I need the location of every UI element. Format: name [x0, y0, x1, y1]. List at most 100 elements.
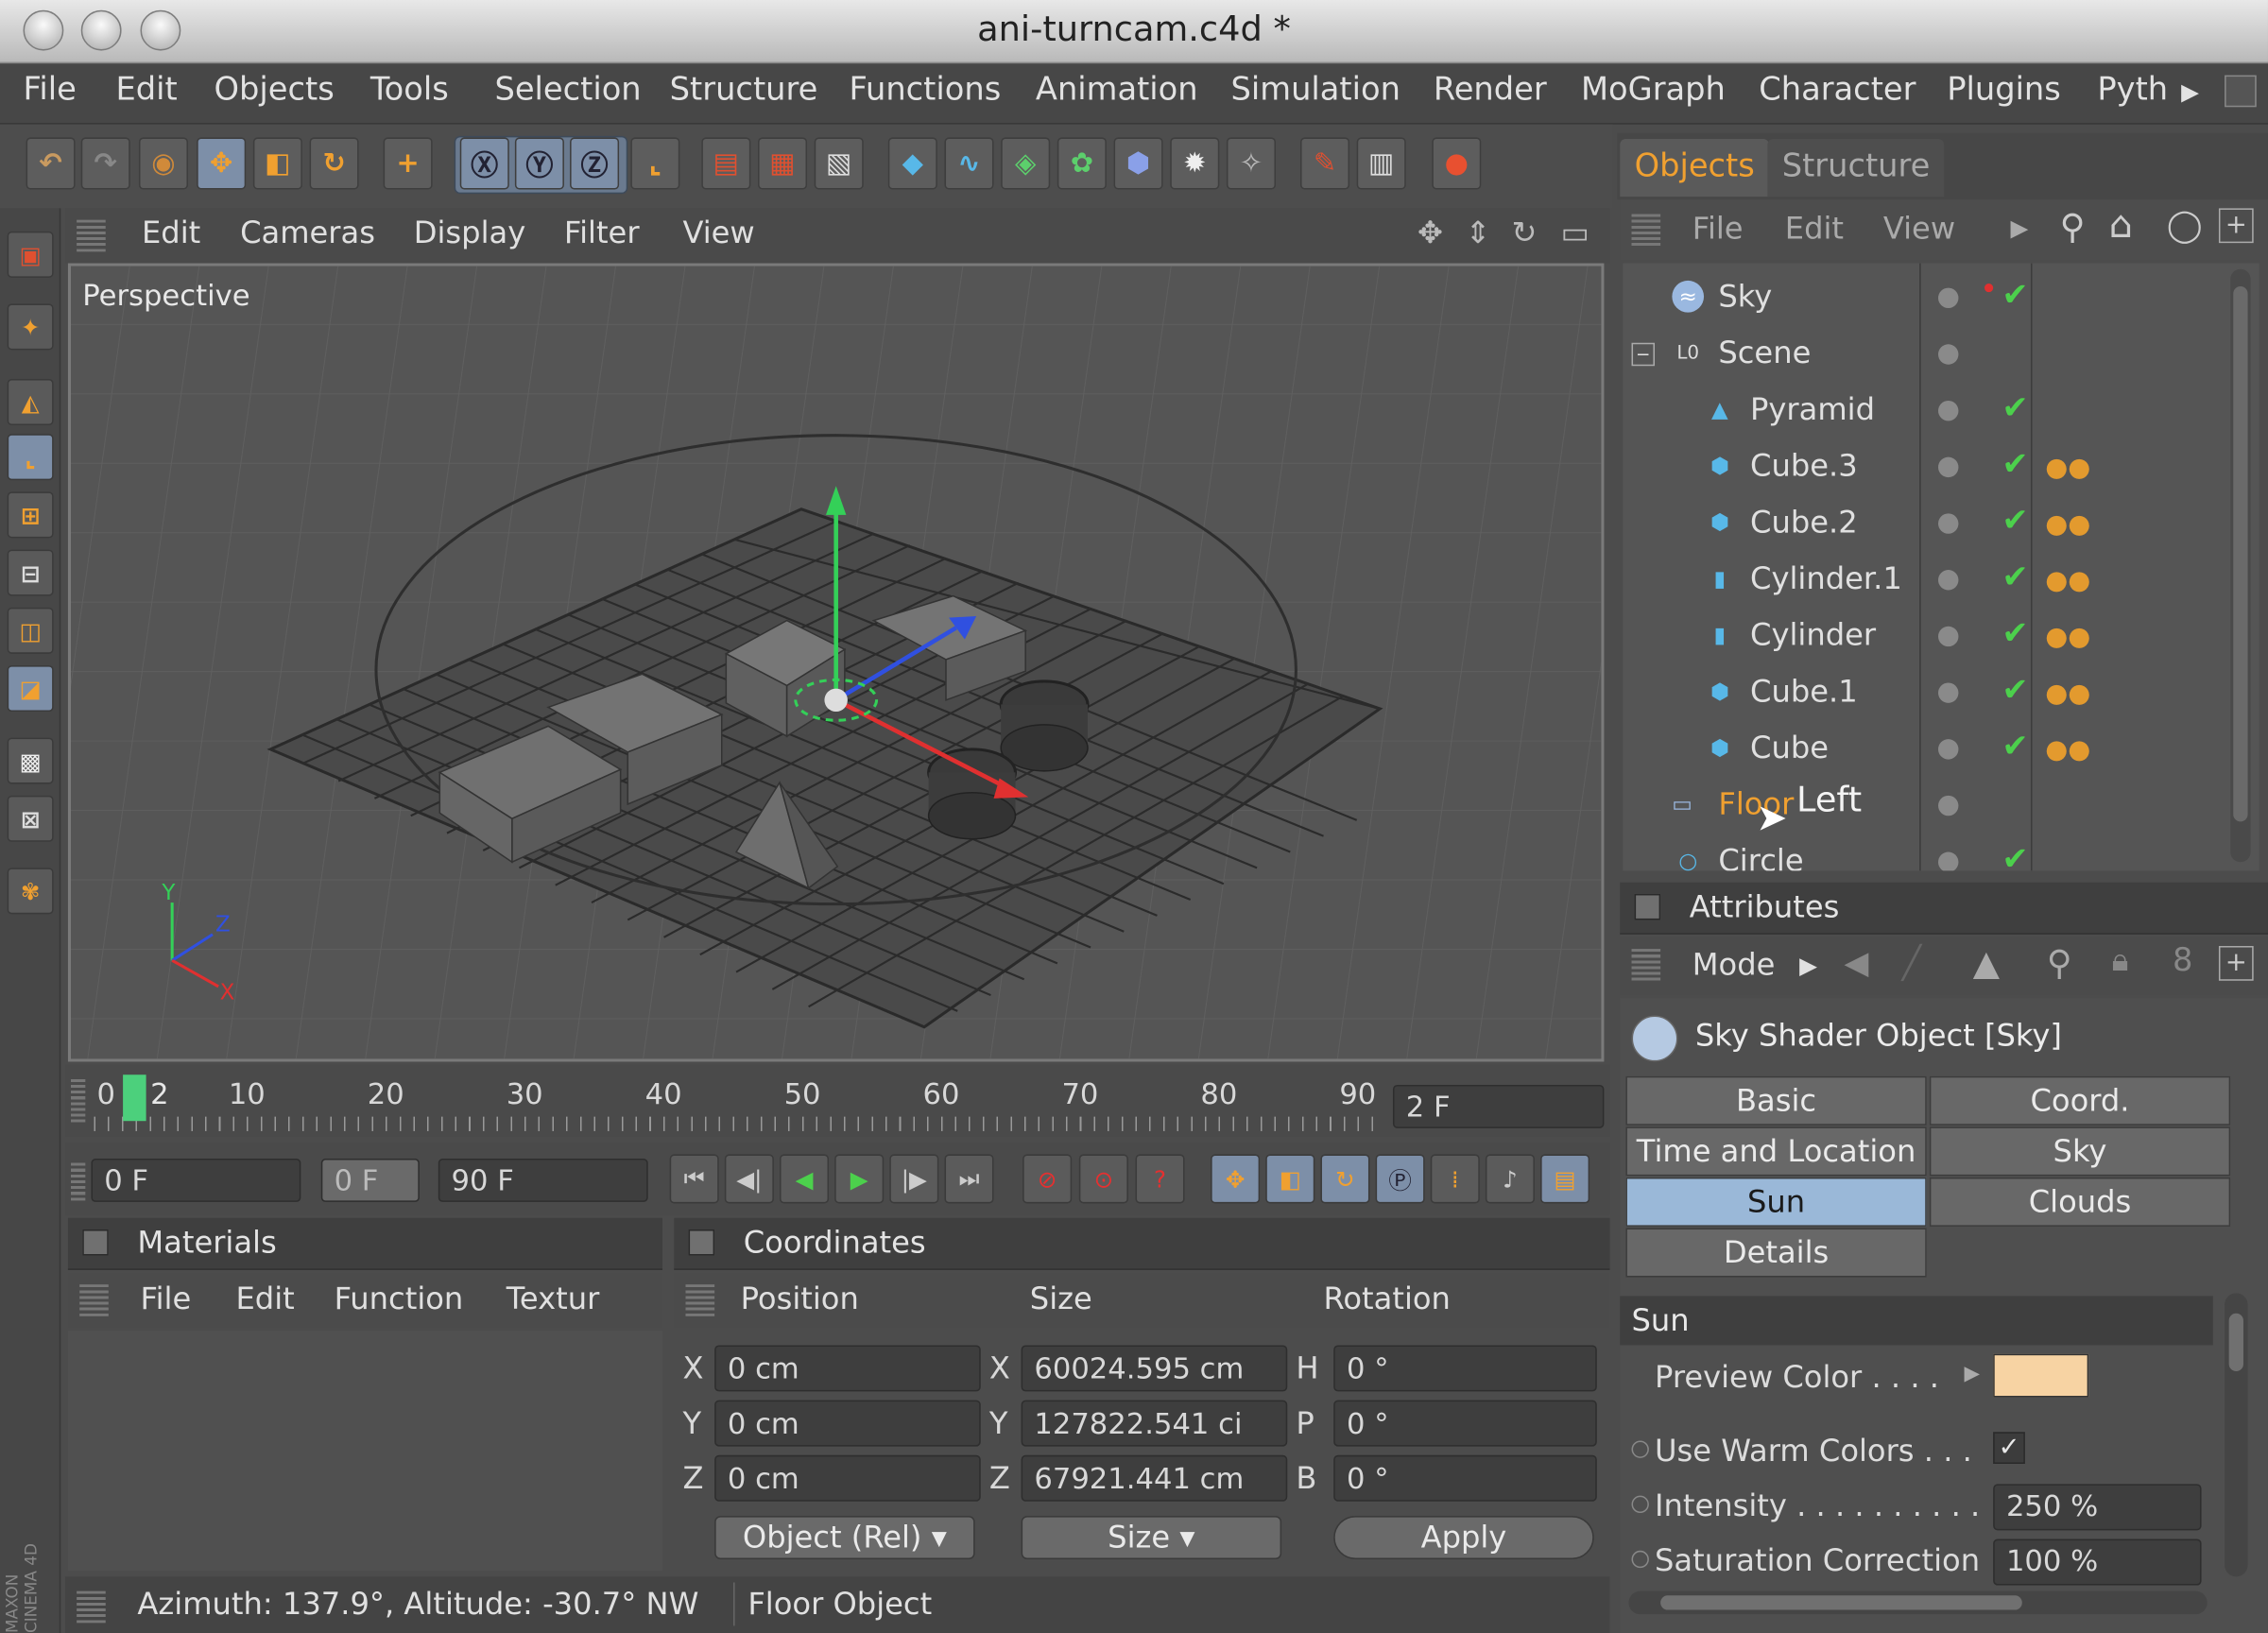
enabled-check-icon[interactable]: ✔ [2002, 390, 2028, 426]
viewport-rotate-icon[interactable]: ↻ [1511, 215, 1537, 250]
tab-time-and-location[interactable]: Time and Location [1625, 1126, 1927, 1177]
texture-tag-icon[interactable]: ●● [2045, 453, 2090, 483]
axis-tool-icon[interactable]: ⌞ [7, 434, 54, 481]
key-point-level-icon[interactable]: ⁞ [1430, 1154, 1480, 1204]
live-selection-icon[interactable]: ◉ [138, 137, 188, 190]
previous-key-icon[interactable]: ◀| [724, 1154, 774, 1204]
interpolation-icon[interactable]: ♪ [1485, 1154, 1535, 1204]
enabled-check-icon[interactable]: ✔ [2002, 559, 2028, 595]
menu-animation[interactable]: Animation [1036, 73, 1198, 109]
visibility-dot[interactable] [1938, 513, 1959, 534]
points-mode-icon[interactable]: ⊞ [7, 491, 54, 539]
key-position-icon[interactable]: ✥ [1211, 1154, 1261, 1204]
checker-icon[interactable]: ▩ [7, 737, 54, 784]
texture-tag-icon[interactable]: ●● [2045, 565, 2090, 595]
render-view-icon[interactable]: ▤ [701, 137, 751, 190]
timeline-ruler[interactable]: 0 2 10 20 30 40 50 60 70 80 90 2 F [64, 1064, 1610, 1138]
mode-menu[interactable]: Mode [1692, 948, 1776, 983]
keyframe-selection-icon[interactable]: ? [1135, 1154, 1185, 1204]
up-icon[interactable]: ▲ [1973, 943, 2000, 984]
key-scale-icon[interactable]: ◧ [1265, 1154, 1315, 1204]
attributes-vscroll-thumb[interactable] [2228, 1313, 2243, 1372]
viewport-menu-filter[interactable]: Filter [564, 215, 640, 250]
tree-item-pyramid[interactable]: ▲ Pyramid ✔ [1623, 382, 2216, 438]
coordinate-system-icon[interactable]: ⌞ [630, 137, 680, 190]
tree-item-cylinder[interactable]: ▮ Cylinder ✔ ●● [1623, 608, 2216, 664]
play-forward-icon[interactable]: ▶ [834, 1154, 885, 1204]
collapse-icon[interactable]: − [1631, 342, 1656, 367]
objects-menu-view[interactable]: View [1883, 211, 1955, 246]
objects-grip-icon[interactable] [1631, 214, 1661, 247]
viewport-menu-display[interactable]: Display [414, 215, 526, 250]
apply-button[interactable]: Apply [1333, 1516, 1594, 1559]
scheme-icon[interactable]: ▤ [1540, 1154, 1590, 1204]
viewport-grip-icon[interactable] [77, 219, 106, 252]
nurbs-icon[interactable]: ◈ [1001, 137, 1051, 190]
use-warm-colors-checkbox[interactable]: ✓ [1993, 1432, 2025, 1464]
tab-sun[interactable]: Sun [1625, 1177, 1927, 1227]
visibility-dot[interactable] [1938, 626, 1959, 647]
enabled-check-icon[interactable]: ✔ [2002, 729, 2028, 765]
texture-tag-icon[interactable]: ●● [2045, 735, 2090, 765]
tree-item-cube-2[interactable]: ⬢ Cube.2 ✔ ●● [1623, 494, 2216, 551]
undo-icon[interactable]: ↶ [26, 137, 76, 190]
preview-color-expand-icon[interactable]: ▶ [1965, 1363, 1981, 1385]
go-to-start-icon[interactable]: ⏮ [669, 1154, 719, 1204]
model-tool-icon[interactable]: ✦ [7, 303, 54, 351]
play-backward-icon[interactable]: ◀ [779, 1154, 830, 1204]
saturation-anim-dot[interactable] [1631, 1550, 1649, 1569]
object-rel-dropdown[interactable]: Object (Rel) ▾ [714, 1516, 975, 1559]
tab-details[interactable]: Details [1625, 1228, 1927, 1278]
materials-area[interactable] [67, 1331, 663, 1572]
visibility-dot[interactable] [1938, 287, 1959, 309]
coordinates-grip-icon[interactable] [685, 1284, 715, 1316]
attributes-panel-icon[interactable] [1634, 893, 1661, 920]
transport-grip-icon[interactable] [70, 1160, 86, 1201]
tree-item-sky[interactable]: ≈ Sky ✔ [1623, 269, 2216, 326]
tree-item-scene[interactable]: − L0 Scene [1623, 325, 2216, 382]
attributes-grip-icon[interactable] [1631, 949, 1661, 981]
menu-python[interactable]: Pyth [2097, 73, 2168, 109]
tab-coord[interactable]: Coord. [1929, 1075, 2231, 1126]
pos-x-field[interactable]: 0 cm [714, 1345, 981, 1392]
menu-functions[interactable]: Functions [849, 73, 1001, 109]
rot-p-field[interactable]: 0 ° [1333, 1400, 1597, 1447]
texture-tool-icon[interactable]: ◭ [7, 379, 54, 425]
viewport-menu-cameras[interactable]: Cameras [240, 215, 375, 250]
materials-menu-function[interactable]: Function [335, 1281, 464, 1316]
texture-tag-icon[interactable]: ●● [2045, 622, 2090, 652]
objects-menu-edit[interactable]: Edit [1785, 211, 1844, 246]
key-rotation-icon[interactable]: ↻ [1320, 1154, 1370, 1204]
make-editable-icon[interactable]: ▣ [7, 231, 54, 278]
viewport-scene[interactable]: Y Z X [70, 266, 1602, 1059]
objects-tree[interactable]: ≈ Sky ✔ − L0 Scene ▲ Pyramid ✔ ⬢ Cube.3 … [1623, 263, 2259, 871]
menu-file[interactable]: File [23, 73, 76, 109]
visibility-dot[interactable] [1938, 739, 1959, 760]
enabled-check-icon[interactable]: ✔ [2002, 278, 2028, 314]
key-parameter-icon[interactable]: Ⓟ [1375, 1154, 1425, 1204]
menu-overflow-arrow-icon[interactable]: ▶ [2181, 78, 2199, 106]
texture-tag-icon[interactable]: ●● [2045, 679, 2090, 709]
go-to-end-icon[interactable]: ⏭ [944, 1154, 994, 1204]
texture-tag-icon[interactable]: ●● [2045, 509, 2090, 540]
record-icon[interactable]: ● [1432, 137, 1482, 190]
objects-menu-more-icon[interactable]: ▶ [2011, 215, 2029, 242]
mograph-icon[interactable]: ✾ [7, 868, 54, 915]
status-grip-icon[interactable] [77, 1590, 106, 1624]
forward-icon[interactable]: ╱ [1902, 946, 1921, 982]
tree-item-floor[interactable]: ▭ Floor Left ➤ [1623, 777, 2216, 840]
record-active-icon[interactable]: ⊘ [1022, 1154, 1073, 1204]
scene-object-icon[interactable]: ✹ [1170, 137, 1220, 190]
visibility-dot[interactable] [1938, 344, 1959, 365]
tree-item-cube[interactable]: ⬢ Cube ✔ ●● [1623, 720, 2216, 777]
tree-item-cube-1[interactable]: ⬢ Cube.1 ✔ ●● [1623, 664, 2216, 721]
coordinates-panel-icon[interactable] [688, 1229, 715, 1256]
attributes-vscrollbar[interactable] [2225, 1293, 2248, 1577]
render-settings-icon[interactable]: ▧ [814, 137, 864, 190]
enabled-check-icon[interactable]: ✔ [2002, 447, 2028, 483]
menu-mograph[interactable]: MoGraph [1581, 73, 1726, 109]
pos-y-field[interactable]: 0 cm [714, 1400, 981, 1447]
size-y-field[interactable]: 127822.541 ci [1021, 1400, 1288, 1447]
deformer-icon[interactable]: ⬢ [1113, 137, 1163, 190]
materials-menu-file[interactable]: File [140, 1281, 191, 1316]
